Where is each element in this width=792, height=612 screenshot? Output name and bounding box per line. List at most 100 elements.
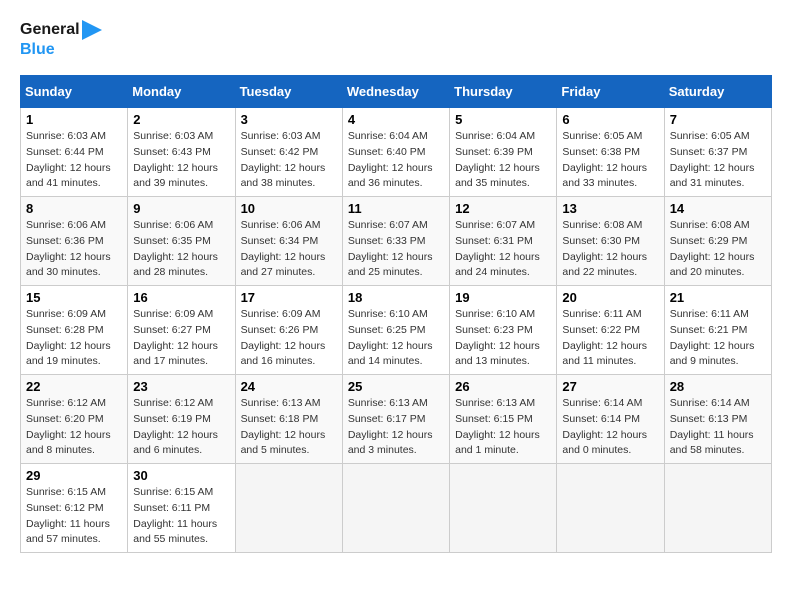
- day-number: 16: [133, 290, 229, 305]
- sunset: Sunset: 6:21 PM: [670, 324, 748, 336]
- day-header-saturday: Saturday: [664, 76, 771, 108]
- calendar-cell: 18 Sunrise: 6:10 AM Sunset: 6:25 PM Dayl…: [342, 286, 449, 375]
- calendar-cell: 10 Sunrise: 6:06 AM Sunset: 6:34 PM Dayl…: [235, 197, 342, 286]
- sunrise: Sunrise: 6:04 AM: [348, 130, 428, 142]
- daylight: Daylight: 12 hours and 20 minutes.: [670, 251, 755, 279]
- calendar-week-5: 29 Sunrise: 6:15 AM Sunset: 6:12 PM Dayl…: [21, 464, 772, 553]
- sunrise: Sunrise: 6:15 AM: [26, 486, 106, 498]
- day-number: 26: [455, 379, 551, 394]
- sunrise: Sunrise: 6:04 AM: [455, 130, 535, 142]
- sunset: Sunset: 6:40 PM: [348, 146, 426, 158]
- calendar-cell: 8 Sunrise: 6:06 AM Sunset: 6:36 PM Dayli…: [21, 197, 128, 286]
- daylight: Daylight: 12 hours and 14 minutes.: [348, 340, 433, 368]
- sunrise: Sunrise: 6:08 AM: [562, 219, 642, 231]
- calendar-cell: 1 Sunrise: 6:03 AM Sunset: 6:44 PM Dayli…: [21, 108, 128, 197]
- calendar-cell: 26 Sunrise: 6:13 AM Sunset: 6:15 PM Dayl…: [450, 375, 557, 464]
- sunset: Sunset: 6:14 PM: [562, 413, 640, 425]
- sunrise: Sunrise: 6:06 AM: [133, 219, 213, 231]
- daylight: Daylight: 12 hours and 5 minutes.: [241, 429, 326, 457]
- sunrise: Sunrise: 6:09 AM: [133, 308, 213, 320]
- day-info: Sunrise: 6:03 AM Sunset: 6:44 PM Dayligh…: [26, 129, 122, 192]
- day-info: Sunrise: 6:12 AM Sunset: 6:20 PM Dayligh…: [26, 396, 122, 459]
- sunset: Sunset: 6:11 PM: [133, 502, 210, 514]
- sunset: Sunset: 6:23 PM: [455, 324, 533, 336]
- day-number: 4: [348, 112, 444, 127]
- day-info: Sunrise: 6:10 AM Sunset: 6:23 PM Dayligh…: [455, 307, 551, 370]
- day-number: 18: [348, 290, 444, 305]
- sunset: Sunset: 6:36 PM: [26, 235, 104, 247]
- day-header-sunday: Sunday: [21, 76, 128, 108]
- day-info: Sunrise: 6:13 AM Sunset: 6:17 PM Dayligh…: [348, 396, 444, 459]
- sunrise: Sunrise: 6:13 AM: [348, 397, 428, 409]
- calendar-cell: 30 Sunrise: 6:15 AM Sunset: 6:11 PM Dayl…: [128, 464, 235, 553]
- day-number: 21: [670, 290, 766, 305]
- day-info: Sunrise: 6:08 AM Sunset: 6:29 PM Dayligh…: [670, 218, 766, 281]
- calendar-cell: 12 Sunrise: 6:07 AM Sunset: 6:31 PM Dayl…: [450, 197, 557, 286]
- day-info: Sunrise: 6:13 AM Sunset: 6:18 PM Dayligh…: [241, 396, 337, 459]
- day-info: Sunrise: 6:13 AM Sunset: 6:15 PM Dayligh…: [455, 396, 551, 459]
- daylight: Daylight: 12 hours and 31 minutes.: [670, 162, 755, 190]
- sunset: Sunset: 6:30 PM: [562, 235, 640, 247]
- day-number: 23: [133, 379, 229, 394]
- day-number: 8: [26, 201, 122, 216]
- calendar-cell: 17 Sunrise: 6:09 AM Sunset: 6:26 PM Dayl…: [235, 286, 342, 375]
- calendar-cell: [664, 464, 771, 553]
- sunrise: Sunrise: 6:10 AM: [348, 308, 428, 320]
- logo: General Blue: [20, 20, 102, 59]
- sunrise: Sunrise: 6:13 AM: [455, 397, 535, 409]
- day-header-thursday: Thursday: [450, 76, 557, 108]
- calendar-cell: 9 Sunrise: 6:06 AM Sunset: 6:35 PM Dayli…: [128, 197, 235, 286]
- sunset: Sunset: 6:17 PM: [348, 413, 426, 425]
- page-header: General Blue: [20, 20, 772, 59]
- calendar-cell: 15 Sunrise: 6:09 AM Sunset: 6:28 PM Dayl…: [21, 286, 128, 375]
- calendar-cell: [557, 464, 664, 553]
- day-info: Sunrise: 6:14 AM Sunset: 6:13 PM Dayligh…: [670, 396, 766, 459]
- calendar-cell: 24 Sunrise: 6:13 AM Sunset: 6:18 PM Dayl…: [235, 375, 342, 464]
- day-info: Sunrise: 6:06 AM Sunset: 6:35 PM Dayligh…: [133, 218, 229, 281]
- daylight: Daylight: 12 hours and 22 minutes.: [562, 251, 647, 279]
- daylight: Daylight: 12 hours and 13 minutes.: [455, 340, 540, 368]
- sunrise: Sunrise: 6:08 AM: [670, 219, 750, 231]
- day-number: 9: [133, 201, 229, 216]
- daylight: Daylight: 12 hours and 11 minutes.: [562, 340, 647, 368]
- sunrise: Sunrise: 6:05 AM: [670, 130, 750, 142]
- sunrise: Sunrise: 6:10 AM: [455, 308, 535, 320]
- day-header-friday: Friday: [557, 76, 664, 108]
- calendar-cell: 20 Sunrise: 6:11 AM Sunset: 6:22 PM Dayl…: [557, 286, 664, 375]
- calendar-cell: 16 Sunrise: 6:09 AM Sunset: 6:27 PM Dayl…: [128, 286, 235, 375]
- day-number: 7: [670, 112, 766, 127]
- day-number: 29: [26, 468, 122, 483]
- daylight: Daylight: 12 hours and 6 minutes.: [133, 429, 218, 457]
- day-number: 28: [670, 379, 766, 394]
- day-info: Sunrise: 6:06 AM Sunset: 6:34 PM Dayligh…: [241, 218, 337, 281]
- daylight: Daylight: 12 hours and 1 minute.: [455, 429, 540, 457]
- daylight: Daylight: 12 hours and 16 minutes.: [241, 340, 326, 368]
- day-info: Sunrise: 6:08 AM Sunset: 6:30 PM Dayligh…: [562, 218, 658, 281]
- logo-text-general: General: [20, 20, 80, 39]
- sunrise: Sunrise: 6:09 AM: [26, 308, 106, 320]
- daylight: Daylight: 12 hours and 39 minutes.: [133, 162, 218, 190]
- sunrise: Sunrise: 6:14 AM: [562, 397, 642, 409]
- sunset: Sunset: 6:25 PM: [348, 324, 426, 336]
- day-info: Sunrise: 6:07 AM Sunset: 6:31 PM Dayligh…: [455, 218, 551, 281]
- logo-arrow-icon: [82, 20, 102, 40]
- sunset: Sunset: 6:33 PM: [348, 235, 426, 247]
- day-info: Sunrise: 6:09 AM Sunset: 6:26 PM Dayligh…: [241, 307, 337, 370]
- day-number: 15: [26, 290, 122, 305]
- daylight: Daylight: 12 hours and 3 minutes.: [348, 429, 433, 457]
- day-number: 27: [562, 379, 658, 394]
- calendar-cell: 6 Sunrise: 6:05 AM Sunset: 6:38 PM Dayli…: [557, 108, 664, 197]
- calendar-week-1: 1 Sunrise: 6:03 AM Sunset: 6:44 PM Dayli…: [21, 108, 772, 197]
- sunset: Sunset: 6:28 PM: [26, 324, 104, 336]
- day-number: 30: [133, 468, 229, 483]
- calendar-cell: 19 Sunrise: 6:10 AM Sunset: 6:23 PM Dayl…: [450, 286, 557, 375]
- day-info: Sunrise: 6:12 AM Sunset: 6:19 PM Dayligh…: [133, 396, 229, 459]
- sunset: Sunset: 6:27 PM: [133, 324, 211, 336]
- sunrise: Sunrise: 6:13 AM: [241, 397, 321, 409]
- calendar-cell: 13 Sunrise: 6:08 AM Sunset: 6:30 PM Dayl…: [557, 197, 664, 286]
- calendar-header-row: SundayMondayTuesdayWednesdayThursdayFrid…: [21, 76, 772, 108]
- day-info: Sunrise: 6:15 AM Sunset: 6:12 PM Dayligh…: [26, 485, 122, 548]
- sunset: Sunset: 6:29 PM: [670, 235, 748, 247]
- sunset: Sunset: 6:26 PM: [241, 324, 319, 336]
- calendar-cell: 11 Sunrise: 6:07 AM Sunset: 6:33 PM Dayl…: [342, 197, 449, 286]
